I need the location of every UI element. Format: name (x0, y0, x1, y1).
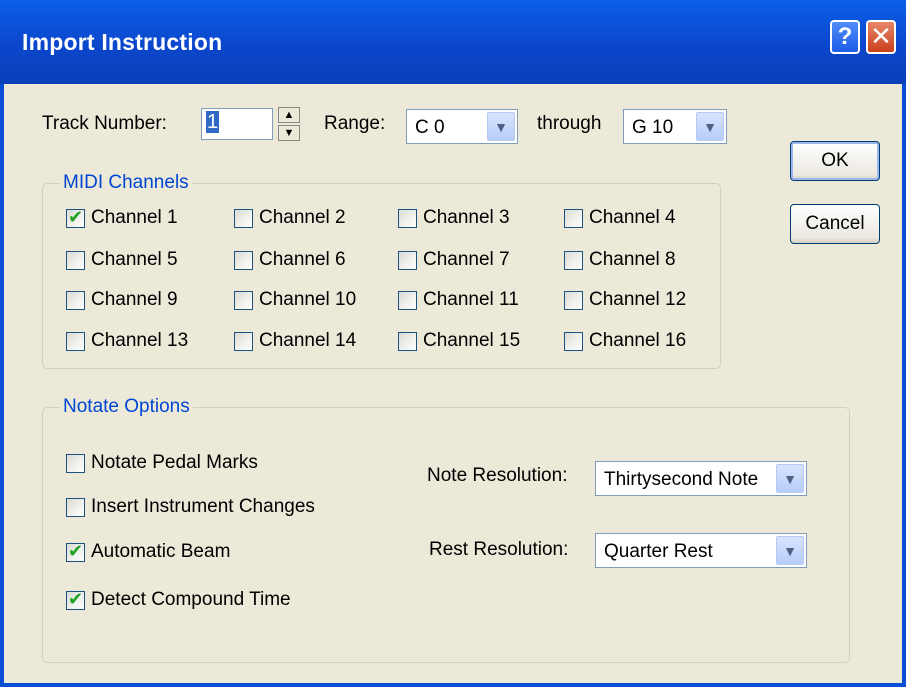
range-from-select[interactable]: C 0 ▼ (406, 109, 518, 144)
checkbox-box[interactable] (564, 290, 583, 310)
midi-channels-title: MIDI Channels (60, 172, 192, 194)
option-label: Automatic Beam (91, 541, 231, 562)
checkbox-box[interactable] (398, 290, 417, 310)
track-number-input[interactable]: 1 (201, 108, 273, 140)
option-label: Detect Compound Time (91, 589, 291, 610)
channel-checkbox[interactable]: Channel 3 (398, 207, 510, 229)
channel-label: Channel 13 (91, 330, 189, 351)
track-number-spinner[interactable]: ▲ ▼ (278, 107, 300, 141)
chevron-down-icon[interactable]: ▼ (696, 112, 724, 141)
channel-checkbox[interactable]: Channel 9 (66, 289, 178, 311)
channel-label: Channel 5 (91, 249, 178, 270)
title-bar: Import Instruction ? ✕ (0, 0, 906, 84)
range-label: Range: (324, 113, 386, 134)
checkbox-box[interactable] (564, 331, 583, 351)
channel-label: Channel 7 (423, 249, 510, 270)
option-label: Insert Instrument Changes (91, 496, 315, 517)
channel-checkbox[interactable]: Channel 10 (234, 289, 356, 311)
range-to-value: G 10 (632, 117, 674, 138)
checkbox-box[interactable] (234, 250, 253, 270)
range-to-select[interactable]: G 10 ▼ (623, 109, 727, 144)
check-icon: ✔ (68, 588, 84, 609)
ok-button[interactable]: OK (790, 141, 880, 181)
checkbox-box[interactable] (398, 250, 417, 270)
channel-label: Channel 1 (91, 207, 178, 228)
rest-resolution-select[interactable]: Quarter Rest ▼ (595, 533, 807, 568)
channel-checkbox[interactable]: Channel 15 (398, 330, 520, 352)
channel-checkbox[interactable]: Channel 7 (398, 249, 510, 271)
note-resolution-label: Note Resolution: (427, 465, 568, 486)
check-icon: ✔ (68, 540, 84, 561)
notate-options-title: Notate Options (60, 396, 193, 418)
track-number-value: 1 (206, 111, 220, 133)
notate-option-checkbox[interactable]: ✔ Detect Compound Time (66, 589, 291, 611)
channel-label: Channel 3 (423, 207, 510, 228)
channel-label: Channel 9 (91, 289, 178, 310)
checkbox-box[interactable] (66, 331, 85, 351)
channel-label: Channel 6 (259, 249, 346, 270)
spin-up-icon[interactable]: ▲ (278, 107, 300, 123)
checkbox-box[interactable] (564, 250, 583, 270)
channel-checkbox[interactable]: Channel 14 (234, 330, 356, 352)
checkbox-box[interactable] (66, 453, 85, 473)
channel-label: Channel 15 (423, 330, 521, 351)
checkbox-box[interactable] (398, 208, 417, 228)
spin-down-icon[interactable]: ▼ (278, 125, 300, 141)
close-icon[interactable]: ✕ (866, 20, 896, 54)
through-label: through (537, 113, 602, 134)
rest-resolution-value: Quarter Rest (604, 541, 713, 562)
channel-checkbox[interactable]: Channel 13 (66, 330, 188, 352)
note-resolution-select[interactable]: Thirtysecond Note ▼ (595, 461, 807, 496)
checkbox-box[interactable] (66, 250, 85, 270)
dialog-title: Import Instruction (22, 29, 223, 55)
notate-option-checkbox[interactable]: Insert Instrument Changes (66, 496, 315, 518)
checkbox-box[interactable]: ✔ (66, 588, 85, 610)
checkbox-box[interactable]: ✔ (66, 540, 85, 562)
channel-checkbox[interactable]: ✔ Channel 1 (66, 207, 178, 229)
checkbox-box[interactable] (234, 290, 253, 310)
notate-option-checkbox[interactable]: Notate Pedal Marks (66, 452, 258, 474)
channel-label: Channel 14 (259, 330, 357, 351)
notate-option-checkbox[interactable]: ✔ Automatic Beam (66, 541, 230, 563)
checkbox-box[interactable] (564, 208, 583, 228)
chevron-down-icon[interactable]: ▼ (776, 536, 804, 565)
channel-checkbox[interactable]: Channel 4 (564, 207, 676, 229)
checkbox-box[interactable] (66, 290, 85, 310)
channel-checkbox[interactable]: Channel 12 (564, 289, 686, 311)
rest-resolution-label: Rest Resolution: (429, 539, 569, 560)
cancel-button[interactable]: Cancel (790, 204, 880, 244)
channel-label: Channel 12 (589, 289, 687, 310)
import-instruction-dialog: Import Instruction ? ✕ Track Number: 1 ▲… (0, 0, 906, 687)
check-icon: ✔ (68, 206, 84, 227)
channel-checkbox[interactable]: Channel 8 (564, 249, 676, 271)
checkbox-box[interactable] (398, 331, 417, 351)
channel-checkbox[interactable]: Channel 6 (234, 249, 346, 271)
note-resolution-value: Thirtysecond Note (604, 469, 759, 490)
channel-label: Channel 10 (259, 289, 357, 310)
option-label: Notate Pedal Marks (91, 452, 258, 473)
channel-label: Channel 4 (589, 207, 676, 228)
channel-label: Channel 16 (589, 330, 687, 351)
channel-checkbox[interactable]: Channel 2 (234, 207, 346, 229)
channel-checkbox[interactable]: Channel 5 (66, 249, 178, 271)
channel-label: Channel 11 (423, 289, 519, 310)
checkbox-box[interactable]: ✔ (66, 206, 85, 228)
checkbox-box[interactable] (234, 331, 253, 351)
channel-checkbox[interactable]: Channel 16 (564, 330, 686, 352)
checkbox-box[interactable] (234, 208, 253, 228)
checkbox-box[interactable] (66, 497, 85, 517)
chevron-down-icon[interactable]: ▼ (776, 464, 804, 493)
track-number-label: Track Number: (42, 113, 167, 134)
channel-checkbox[interactable]: Channel 11 (398, 289, 519, 311)
channel-label: Channel 8 (589, 249, 676, 270)
channel-label: Channel 2 (259, 207, 346, 228)
chevron-down-icon[interactable]: ▼ (487, 112, 515, 141)
help-icon[interactable]: ? (830, 20, 860, 54)
range-from-value: C 0 (415, 117, 445, 138)
